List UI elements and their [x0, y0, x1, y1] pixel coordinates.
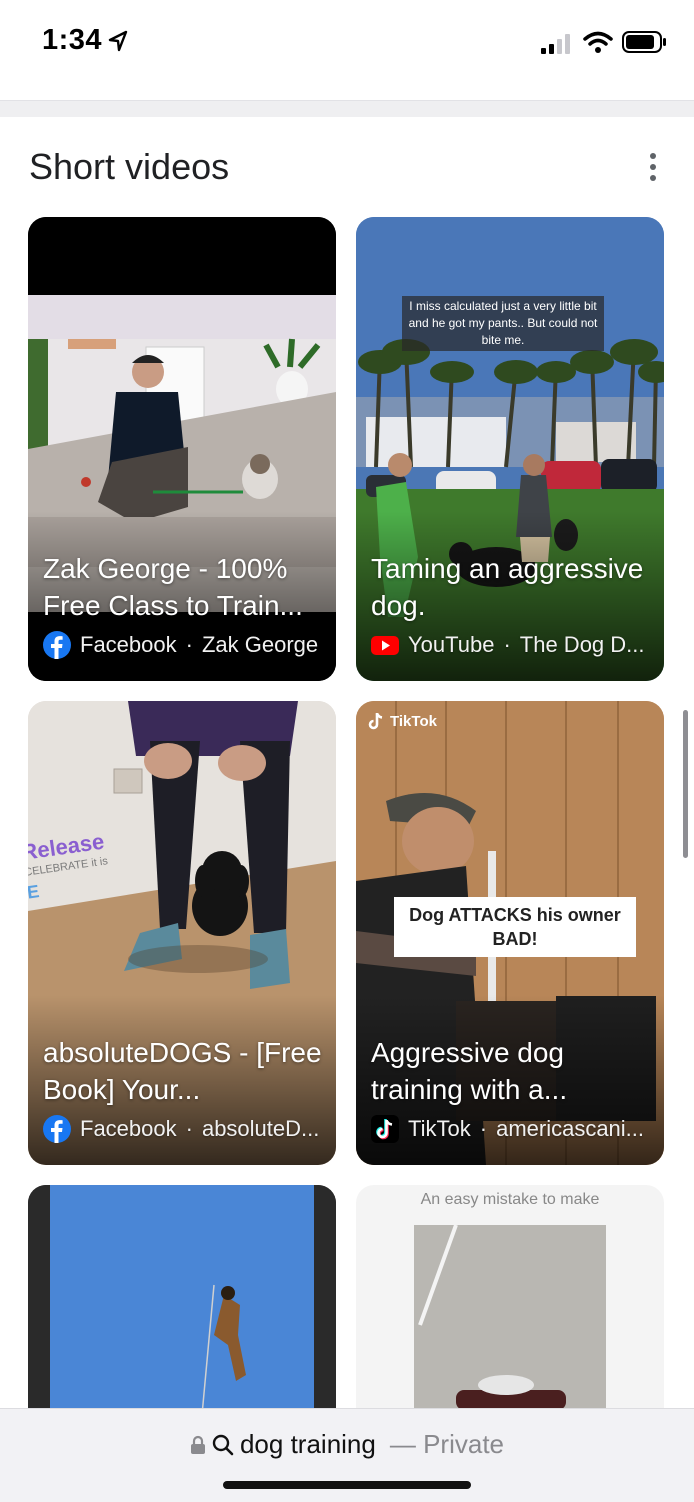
thumbnail-caption: Dog ATTACKS his owner BAD!: [394, 897, 636, 957]
video-title: Aggressive dog training with a...: [371, 1037, 568, 1105]
card-text: absoluteDOGS - [Free Book] Your... Faceb…: [43, 1034, 322, 1143]
tiktok-icon: [368, 712, 383, 730]
facebook-icon: [43, 631, 71, 659]
wifi-icon: [583, 31, 613, 53]
source-name: Facebook: [80, 632, 177, 657]
author-name: americascani...: [496, 1116, 645, 1141]
more-options-button[interactable]: [636, 150, 670, 184]
card-text: Aggressive dog training with a... TikTok…: [371, 1034, 650, 1143]
video-source: Facebook · absoluteD...: [43, 1115, 322, 1143]
more-dot: [650, 175, 656, 181]
video-title: absoluteDOGS - [Free Book] Your...: [43, 1037, 322, 1105]
screen: 1:34 Short videos Zak George - 100% Free…: [0, 0, 694, 1502]
source-name: TikTok: [408, 1116, 471, 1141]
thumbnail-caption: I miss calculated just a very little bit…: [402, 296, 604, 351]
video-card[interactable]: Release CELEBRATE it is E absoluteDOGS -…: [28, 701, 336, 1165]
card-text: Zak George - 100% Free Class to Train...…: [43, 550, 322, 659]
search-icon: [212, 1434, 234, 1455]
video-card[interactable]: TikTok Dog ATTACKS his owner BAD! Aggres…: [356, 701, 664, 1165]
tiktok-watermark: TikTok: [366, 711, 437, 731]
section-divider: [0, 100, 694, 117]
video-source: TikTok · americascani...: [371, 1115, 650, 1143]
search-query: dog training: [239, 1429, 376, 1459]
separator: ·: [185, 632, 193, 657]
more-dot: [650, 153, 656, 159]
more-dot: [650, 164, 656, 170]
video-source: Facebook · Zak George: [43, 631, 322, 659]
lock-icon: [190, 1435, 205, 1454]
video-title: Taming an aggressive dog.: [371, 553, 644, 621]
video-source: YouTube · The Dog D...: [371, 631, 650, 659]
private-mode-label: — Private: [389, 1429, 505, 1459]
source-name: YouTube: [408, 632, 495, 657]
author-name: Zak George: [201, 632, 319, 657]
video-card[interactable]: I miss calculated just a very little bit…: [356, 217, 664, 681]
author-name: The Dog D...: [519, 632, 645, 657]
thumbnail-overlay-text: Release CELEBRATE it is E: [28, 828, 109, 903]
cellular-signal-icon: [541, 34, 570, 54]
separator: ·: [479, 1116, 488, 1141]
status-time: 1:34: [42, 24, 103, 56]
home-indicator[interactable]: [223, 1481, 471, 1489]
section-title: Short videos: [29, 146, 230, 187]
separator: ·: [503, 632, 511, 657]
card-text: Taming an aggressive dog. YouTube · The …: [371, 550, 650, 659]
video-card[interactable]: Zak George - 100% Free Class to Train...…: [28, 217, 336, 681]
scrollbar-thumb[interactable]: [683, 710, 688, 858]
status-bar: 1:34: [0, 0, 694, 100]
source-name: Facebook: [80, 1116, 177, 1141]
video-title: Zak George - 100% Free Class to Train...: [43, 553, 303, 621]
tiktok-icon: [371, 1115, 399, 1143]
separator: ·: [185, 1116, 193, 1141]
battery-icon: [622, 31, 666, 53]
author-name: absoluteD...: [201, 1116, 320, 1141]
facebook-icon: [43, 1115, 71, 1143]
youtube-icon: [371, 636, 399, 655]
address-field[interactable]: dog training — Private: [0, 1429, 694, 1460]
location-arrow-icon: [108, 30, 128, 52]
